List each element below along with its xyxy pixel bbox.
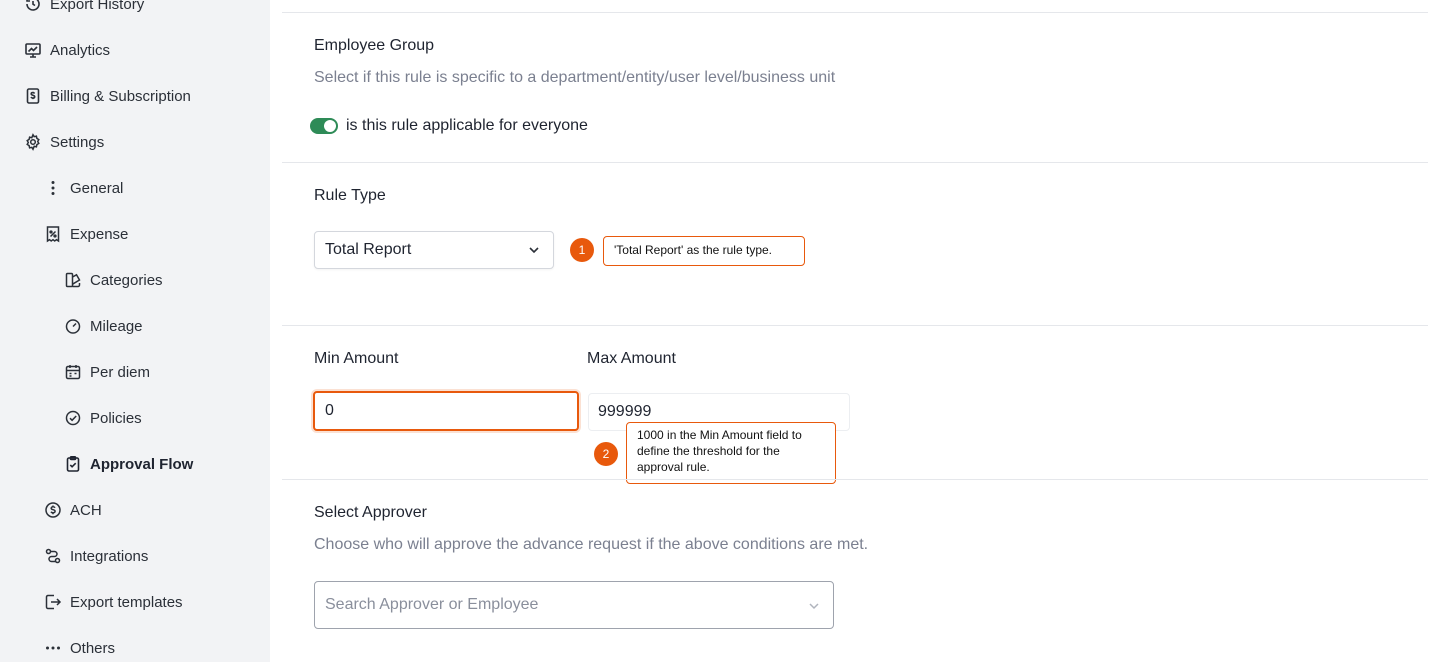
calendar-icon bbox=[64, 363, 82, 381]
sidebar-item-approval-flow[interactable]: Approval Flow bbox=[64, 450, 193, 478]
gear-icon bbox=[24, 133, 42, 151]
sidebar-item-expense[interactable]: Expense bbox=[44, 220, 128, 248]
approver-search-placeholder: Search Approver or Employee bbox=[325, 596, 539, 613]
employee-group-title: Employee Group bbox=[314, 37, 435, 54]
sidebar-item-label: Settings bbox=[50, 133, 105, 151]
select-approver-title: Select Approver bbox=[314, 504, 427, 521]
divider bbox=[282, 325, 1428, 326]
chevron-down-icon bbox=[809, 603, 819, 610]
sidebar-item-policies[interactable]: Policies bbox=[64, 404, 142, 432]
sidebar-item-categories[interactable]: Categories bbox=[64, 266, 163, 294]
min-amount-label: Min Amount bbox=[314, 350, 399, 367]
divider bbox=[282, 12, 1428, 13]
integrations-icon bbox=[44, 547, 62, 565]
sidebar-item-analytics[interactable]: Analytics bbox=[24, 36, 110, 64]
sidebar-item-others[interactable]: Others bbox=[44, 634, 115, 662]
sidebar-item-label: ACH bbox=[70, 501, 102, 519]
main-content: Employee Group Select if this rule is sp… bbox=[270, 0, 1440, 662]
vertical-dots-icon bbox=[44, 179, 62, 197]
sidebar-item-label: Expense bbox=[70, 225, 129, 243]
divider bbox=[282, 479, 1428, 480]
categories-icon bbox=[64, 271, 82, 289]
sidebar-item-label: Mileage bbox=[90, 317, 143, 335]
everyone-toggle[interactable] bbox=[310, 118, 338, 134]
sidebar-item-label: Approval Flow bbox=[90, 455, 194, 473]
sidebar-item-export-templates[interactable]: Export templates bbox=[44, 588, 183, 616]
chart-icon bbox=[24, 41, 42, 59]
billing-icon bbox=[24, 87, 42, 105]
sidebar-item-label: General bbox=[70, 179, 124, 197]
horizontal-dots-icon bbox=[44, 639, 62, 657]
sidebar-item-label: Integrations bbox=[70, 547, 149, 565]
step-badge-1: 1 bbox=[570, 238, 594, 262]
employee-group-description: Select if this rule is specific to a dep… bbox=[314, 69, 836, 86]
approver-search-input[interactable]: Search Approver or Employee bbox=[314, 581, 834, 629]
sidebar-item-label: Analytics bbox=[50, 41, 111, 59]
sidebar-item-label: Policies bbox=[90, 409, 142, 427]
divider bbox=[282, 162, 1428, 163]
export-icon bbox=[44, 593, 62, 611]
sidebar-item-billing[interactable]: Billing & Subscription bbox=[24, 82, 191, 110]
rule-type-select[interactable]: Total Report bbox=[314, 231, 554, 269]
annotation-callout-1: 'Total Report' as the rule type. bbox=[603, 236, 805, 266]
receipt-icon bbox=[44, 225, 62, 243]
dollar-circle-icon bbox=[44, 501, 62, 519]
check-circle-icon bbox=[64, 409, 82, 427]
clipboard-check-icon bbox=[64, 455, 82, 473]
sidebar-item-per-diem[interactable]: Per diem bbox=[64, 358, 150, 386]
speedometer-icon bbox=[64, 317, 82, 335]
sidebar-item-label: Export History bbox=[50, 0, 145, 13]
annotation-callout-2: 1000 in the Min Amount field to define t… bbox=[626, 422, 836, 484]
chevron-down-icon bbox=[529, 247, 539, 254]
sidebar-item-settings[interactable]: Settings bbox=[24, 128, 104, 156]
sidebar-item-mileage[interactable]: Mileage bbox=[64, 312, 143, 340]
sidebar-item-general[interactable]: General bbox=[44, 174, 123, 202]
sidebar-item-integrations[interactable]: Integrations bbox=[44, 542, 148, 570]
min-amount-input[interactable]: 0 bbox=[313, 391, 579, 431]
sidebar-item-label: Billing & Subscription bbox=[50, 87, 191, 105]
sidebar-item-label: Others bbox=[70, 639, 116, 657]
step-badge-2: 2 bbox=[594, 442, 618, 466]
sidebar-item-label: Categories bbox=[90, 271, 163, 289]
sidebar: Export History Analytics Billing & Subsc… bbox=[0, 0, 270, 662]
sidebar-item-ach[interactable]: ACH bbox=[44, 496, 102, 524]
sidebar-item-label: Export templates bbox=[70, 593, 183, 611]
history-icon bbox=[24, 0, 42, 13]
select-approver-description: Choose who will approve the advance requ… bbox=[314, 536, 869, 553]
rule-type-selected-value: Total Report bbox=[325, 241, 412, 258]
max-amount-label: Max Amount bbox=[587, 350, 676, 367]
toggle-knob bbox=[324, 120, 336, 132]
sidebar-item-export-history[interactable]: Export History bbox=[24, 0, 144, 18]
rule-type-title: Rule Type bbox=[314, 187, 386, 204]
sidebar-item-label: Per diem bbox=[90, 363, 151, 381]
everyone-toggle-label: is this rule applicable for everyone bbox=[346, 117, 588, 134]
